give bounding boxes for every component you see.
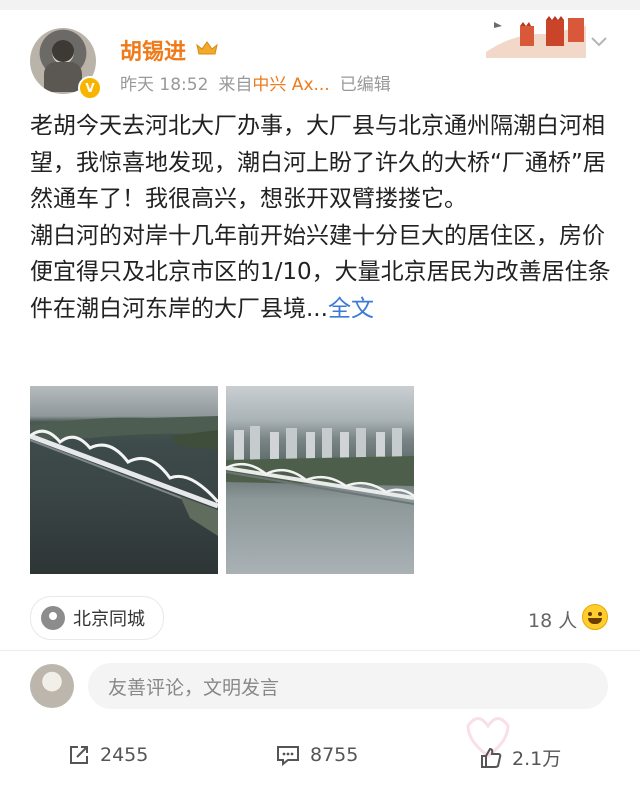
crown-icon [196,41,218,55]
post-meta: 昨天 18:52 来自中兴 Ax... 已编辑 [120,70,401,95]
like-count: 2.1万 [512,748,562,770]
bridge-photo-2 [226,426,414,505]
repost-button[interactable]: 2455 [68,744,148,766]
repost-count: 2455 [100,744,149,766]
post-time: 昨天 18:52 [120,75,209,95]
source-app-link[interactable]: 中兴 Ax... [252,75,329,95]
avatar-body [44,62,82,92]
like-button[interactable]: 2.1万 [480,744,561,771]
great-wall-decoration-icon [486,16,586,58]
edited-label[interactable]: 已编辑 [340,75,391,95]
divider [0,650,640,651]
comment-count: 8755 [310,744,359,766]
source-prefix: 来自 [218,75,253,95]
user-name[interactable]: 胡锡进 [120,34,186,66]
location-tag[interactable]: 北京同城 [30,596,164,640]
avatar-head [52,40,74,62]
full-text-link[interactable]: 全文 [328,296,374,322]
post-photo-1[interactable] [30,386,218,574]
comment-input[interactable]: 友善评论，文明发言 [88,663,608,709]
chevron-down-icon[interactable] [590,36,608,48]
laughing-emoji-icon[interactable] [582,604,608,630]
verified-badge-icon: V [78,76,102,100]
post-paragraph-2-text: 潮白河的对岸十几年前开始兴建十分巨大的居住区，房价便宜得只及北京市区的1/10，… [30,222,611,322]
location-label: 北京同城 [73,609,145,630]
bridge-photo-1 [30,416,218,536]
post-photo-2[interactable] [226,386,414,574]
post-paragraph-2: 潮白河的对岸十几年前开始兴建十分巨大的居住区，房价便宜得只及北京市区的1/10，… [30,218,612,328]
comment-button[interactable]: 8755 [276,744,358,766]
commenter-avatar [30,664,74,708]
post-paragraph-1: 老胡今天去河北大厂办事，大厂县与北京通州隔潮白河相望，我惊喜地发现，潮白河上盼了… [30,113,606,212]
likes-summary[interactable]: 18 人 [528,606,577,633]
location-pin-icon [41,606,65,630]
post-text: 老胡今天去河北大厂办事，大厂县与北京通州隔潮白河相望，我惊喜地发现，潮白河上盼了… [30,108,612,327]
repost-icon [70,746,88,764]
comment-icon [277,746,299,766]
top-strip [0,0,640,10]
thumbs-up-icon [481,747,502,768]
